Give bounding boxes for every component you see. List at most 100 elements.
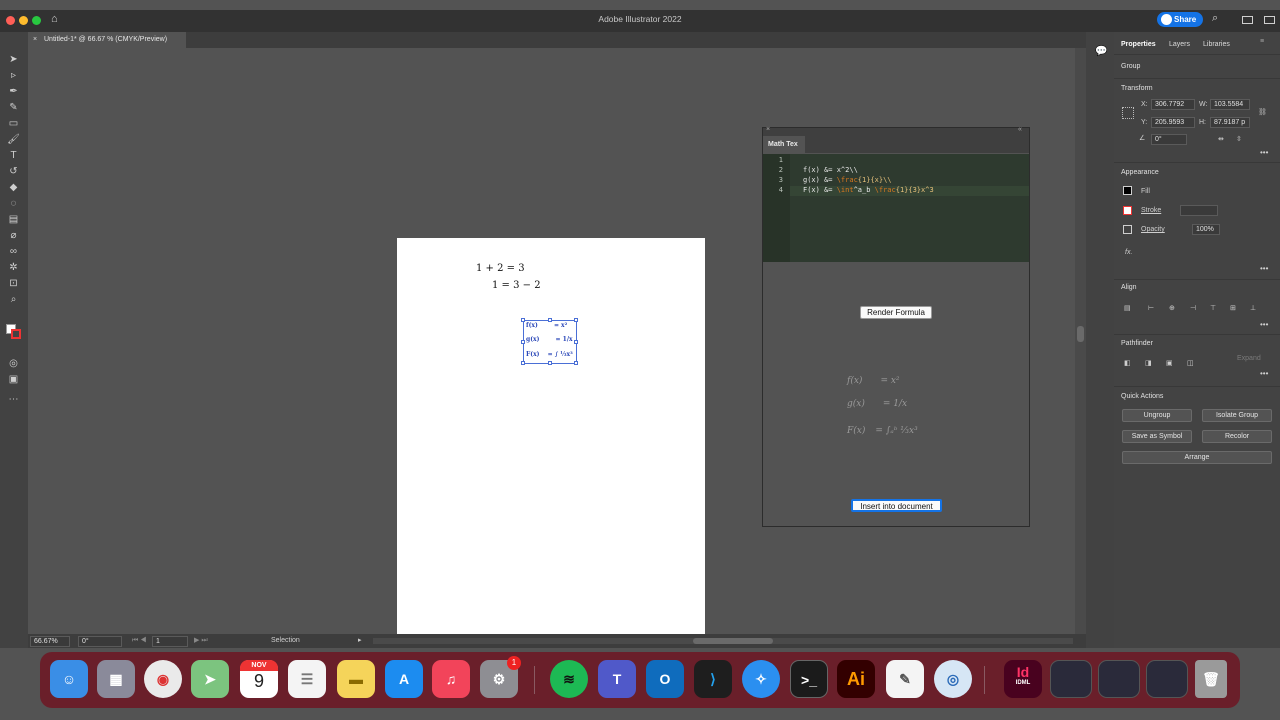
render-formula-button[interactable]: Render Formula (860, 306, 932, 319)
panel-menu-icon[interactable]: ≡ (1260, 38, 1264, 45)
search-icon[interactable]: ⌕ (1212, 12, 1218, 25)
more-options-icon[interactable]: ••• (1260, 369, 1268, 378)
share-button[interactable]: Share (1157, 12, 1203, 27)
y-field[interactable]: 205.9593 (1151, 117, 1195, 128)
stroke-weight-field[interactable] (1180, 205, 1218, 216)
calendar-icon[interactable]: NOV 9 (240, 660, 278, 698)
arrange-button[interactable]: Arrange (1122, 451, 1272, 464)
rotation-field[interactable]: 0° (78, 636, 122, 647)
flip-vertical-icon[interactable]: ⇳ (1236, 135, 1242, 143)
more-options-icon[interactable]: ••• (1260, 320, 1268, 329)
eraser-tool-icon[interactable]: ◆ (7, 182, 20, 193)
isolate-group-button[interactable]: Isolate Group (1202, 409, 1272, 422)
more-tools-icon[interactable]: ⋯ (7, 394, 20, 405)
direct-selection-tool-icon[interactable]: ▹ (7, 70, 20, 81)
symbol-sprayer-tool-icon[interactable]: ✲ (7, 262, 20, 273)
spotify-icon[interactable]: ≋ (550, 660, 588, 698)
draw-mode-icon[interactable]: ◎ (7, 358, 20, 369)
align-center-icon[interactable]: ⊕ (1169, 304, 1175, 312)
resize-handle[interactable] (521, 318, 525, 322)
x-field[interactable]: 306.7792 (1151, 99, 1195, 110)
curvature-tool-icon[interactable]: ✎ (7, 102, 20, 113)
maps-icon[interactable]: ➤ (191, 660, 229, 698)
resize-handle[interactable] (548, 318, 552, 322)
artboard-number-field[interactable]: 1 (152, 636, 188, 647)
unite-icon[interactable]: ◧ (1124, 359, 1131, 367)
collapse-panel-icon[interactable]: « (1018, 126, 1022, 133)
equation-1[interactable]: 1 + 2 = 3 (476, 263, 525, 274)
reminders-icon[interactable]: ☰ (288, 660, 326, 698)
resize-handle[interactable] (521, 340, 525, 344)
selected-formula-group[interactable]: f(x) = x² g(x) = 1/x F(x) = ∫ ⅓x³ (521, 318, 578, 365)
safari-icon[interactable]: ✧ (742, 660, 780, 698)
opacity-label[interactable]: Opacity (1141, 226, 1165, 233)
trash-icon[interactable]: 🗑 (1195, 660, 1227, 698)
gradient-tool-icon[interactable]: ▤ (7, 214, 20, 225)
resize-handle[interactable] (521, 361, 525, 365)
align-top-icon[interactable]: ⊤ (1210, 304, 1216, 312)
teams-icon[interactable]: T (598, 660, 636, 698)
constrain-proportions-icon[interactable]: ⛓ (1258, 108, 1267, 116)
fill-swatch[interactable] (1123, 186, 1132, 195)
selection-tool-icon[interactable]: ➤ (7, 54, 20, 65)
intersect-icon[interactable]: ▣ (1166, 359, 1173, 367)
app-store-icon[interactable]: A (385, 660, 423, 698)
save-as-symbol-button[interactable]: Save as Symbol (1122, 430, 1192, 443)
artboard-tool-icon[interactable]: ⊡ (7, 278, 20, 289)
math-tex-tab[interactable]: Math Tex (763, 136, 805, 153)
horizontal-scrollbar[interactable] (373, 638, 1073, 644)
pen-tool-icon[interactable]: ✒ (7, 86, 20, 97)
idml-file-icon[interactable]: Id IDML (1004, 660, 1042, 698)
artboard[interactable]: 1 + 2 = 3 1 = 3 − 2 f(x) = x² g(x) = 1/x… (397, 238, 705, 634)
resize-handle[interactable] (574, 361, 578, 365)
paintbrush-tool-icon[interactable]: 🖌 (7, 134, 20, 145)
tab-libraries[interactable]: Libraries (1203, 41, 1230, 48)
screen-mode-icon[interactable]: ▣ (7, 374, 20, 385)
close-panel-icon[interactable]: × (766, 126, 770, 133)
align-to-icon[interactable]: ▤ (1124, 304, 1131, 312)
comments-icon[interactable]: 💬 (1095, 46, 1107, 57)
tab-layers[interactable]: Layers (1169, 41, 1190, 48)
reference-point-icon[interactable] (1122, 107, 1134, 119)
latex-code-editor[interactable]: 1 2 3 4 f(x) &= x^2\\ g(x) &= \frac{1}{x… (763, 154, 1029, 262)
scroll-thumb[interactable] (693, 638, 773, 644)
illustrator-icon[interactable]: Ai (837, 660, 875, 698)
expand-button[interactable]: Expand (1237, 355, 1261, 362)
minimized-window-thumbnail[interactable] (1098, 660, 1140, 698)
resize-handle[interactable] (574, 318, 578, 322)
warp-tool-icon[interactable]: ◌ (7, 198, 20, 209)
insert-into-document-button[interactable]: Insert into document (851, 499, 942, 512)
status-menu-icon[interactable]: ▸ (358, 636, 362, 646)
equation-2[interactable]: 1 = 3 − 2 (492, 280, 541, 291)
script-editor-icon[interactable]: ✎ (886, 660, 924, 698)
chrome-icon[interactable]: ◉ (144, 660, 182, 698)
angle-field[interactable]: 0° (1151, 134, 1187, 145)
zoom-field[interactable]: 66.67% (30, 636, 70, 647)
terminal-icon[interactable]: >_ (790, 660, 828, 698)
finder-icon[interactable]: ☺ (50, 660, 88, 698)
zoom-tool-icon[interactable]: ⌕ (7, 294, 20, 305)
flip-horizontal-icon[interactable]: ⇹ (1218, 135, 1224, 143)
quicktime-icon[interactable]: ◎ (934, 660, 972, 698)
h-field[interactable]: 87.9187 p (1210, 117, 1250, 128)
minus-front-icon[interactable]: ◨ (1145, 359, 1152, 367)
rectangle-tool-icon[interactable]: ▭ (7, 118, 20, 129)
align-right-icon[interactable]: ⊣ (1190, 304, 1196, 312)
vscode-icon[interactable]: ⟩ (694, 660, 732, 698)
more-options-icon[interactable]: ••• (1260, 148, 1268, 157)
minimized-window-thumbnail[interactable] (1050, 660, 1092, 698)
effects-icon[interactable]: fx. (1125, 249, 1132, 256)
launchpad-icon[interactable]: ▦ (97, 660, 135, 698)
exclude-icon[interactable]: ◫ (1187, 359, 1194, 367)
opacity-field[interactable]: 100% (1192, 224, 1220, 235)
document-tab[interactable]: × Untitled-1* @ 66.67 % (CMYK/Preview) (28, 32, 186, 48)
align-left-icon[interactable]: ⊢ (1148, 304, 1154, 312)
align-bottom-icon[interactable]: ⊥ (1250, 304, 1256, 312)
resize-handle[interactable] (574, 340, 578, 344)
eyedropper-tool-icon[interactable]: ⌀ (7, 230, 20, 241)
vertical-scrollbar[interactable] (1075, 48, 1086, 634)
notes-icon[interactable]: ▬ (337, 660, 375, 698)
panel-drag-bar[interactable]: × « (763, 126, 1029, 136)
more-options-icon[interactable]: ••• (1260, 264, 1268, 273)
resize-handle[interactable] (548, 361, 552, 365)
